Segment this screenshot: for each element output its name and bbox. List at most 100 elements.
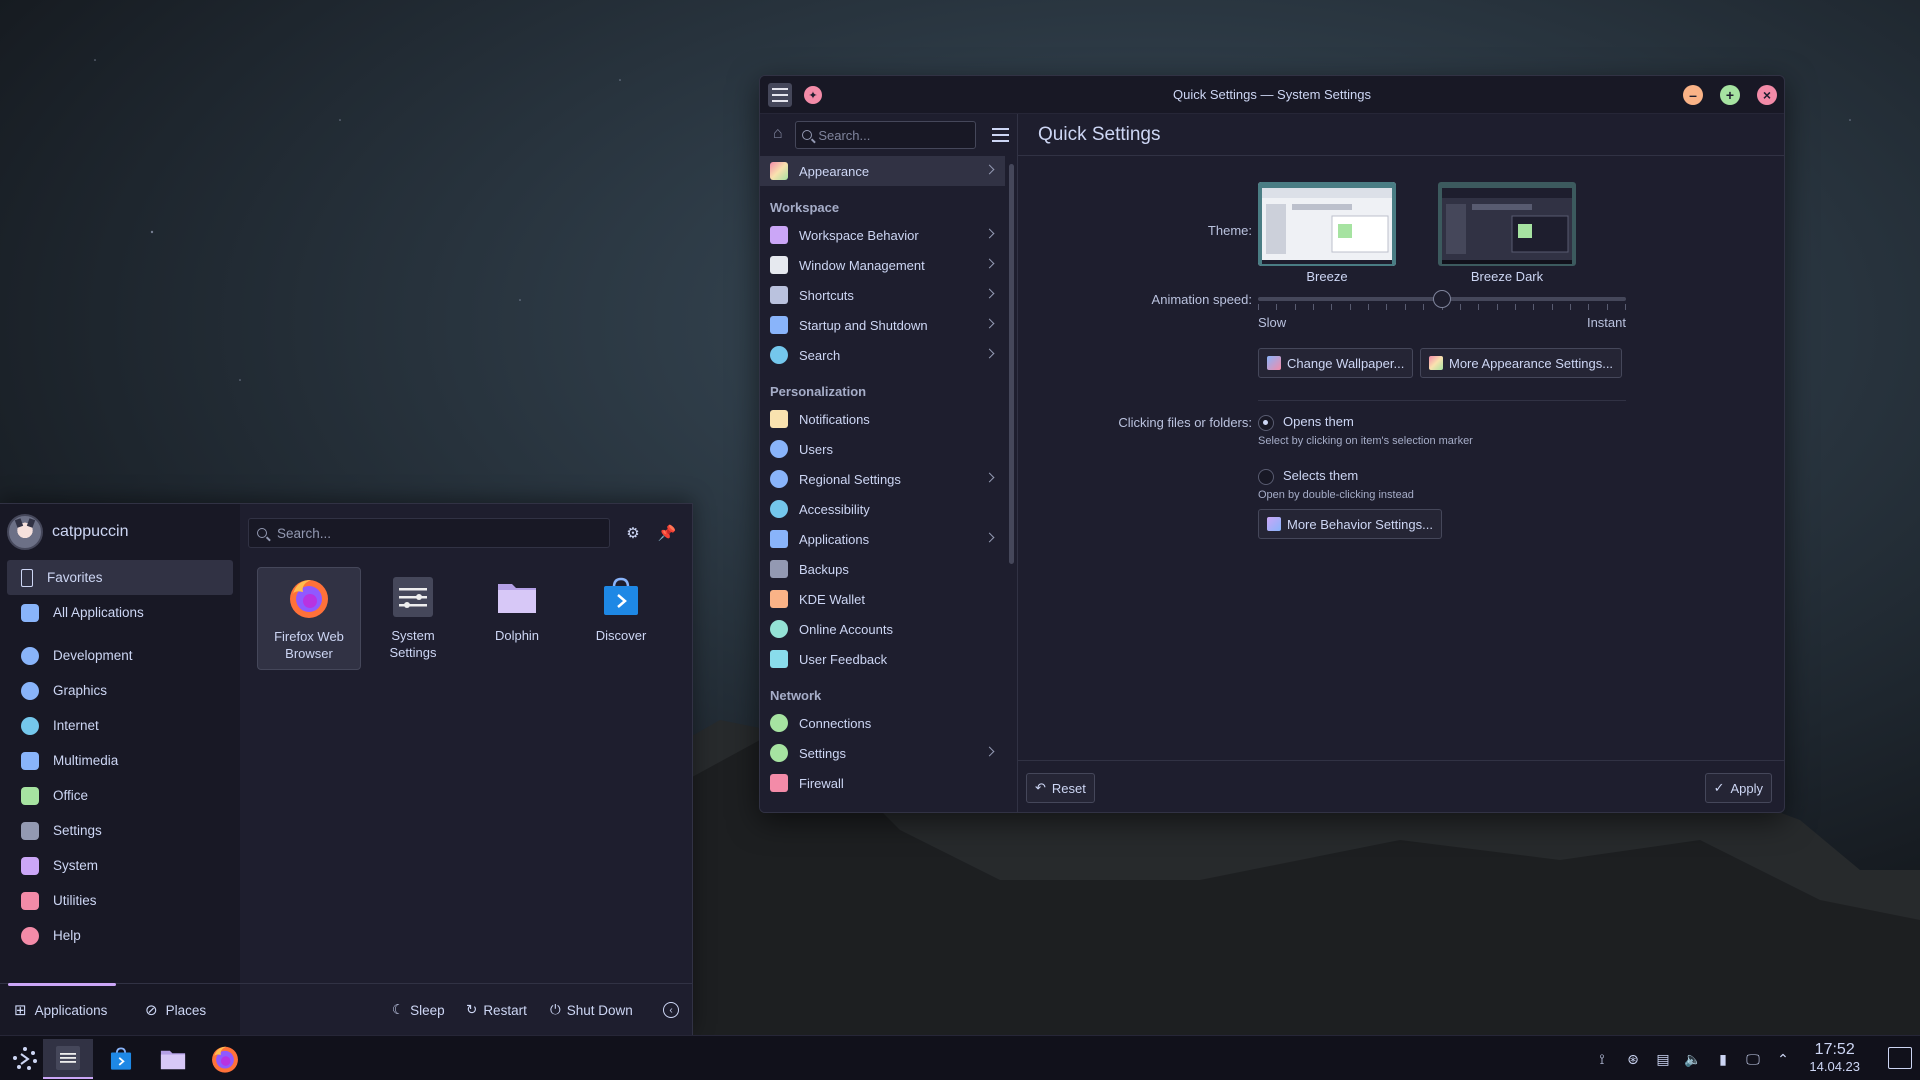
animation-speed-label: Animation speed: [1151, 292, 1252, 307]
footer-separator [1018, 760, 1784, 761]
minimize-button[interactable]: – [1683, 85, 1703, 105]
sidebar-item-online-accounts[interactable]: Online Accounts [760, 614, 1005, 644]
shutdown-button[interactable]: ⏻ Shut Down [550, 984, 633, 1036]
animation-speed-slider[interactable] [1258, 288, 1626, 310]
change-wallpaper-button[interactable]: Change Wallpaper... [1258, 348, 1414, 378]
sidebar-section-header: Workspace [770, 200, 840, 215]
appearance-icon [770, 162, 788, 180]
launcher-footer: ⊞ Applications ⊘ Places ☾ Sleep ↻ Restar… [0, 983, 692, 1035]
category-label: Favorites [47, 570, 103, 585]
kde-connect-icon[interactable]: ⟟ [1593, 1050, 1611, 1068]
sidebar-item-firewall[interactable]: Firewall [760, 768, 1005, 798]
sidebar-item-users[interactable]: Users [760, 434, 1005, 464]
category-development[interactable]: Development [7, 638, 233, 673]
sidebar-item-workspace-behavior[interactable]: Workspace Behavior [760, 220, 1005, 250]
leave-menu-button[interactable]: ‹ [663, 984, 679, 1036]
sleep-button[interactable]: ☾ Sleep [392, 984, 445, 1036]
sidebar-item-label: Settings [799, 745, 846, 761]
category-all-applications[interactable]: All Applications [7, 595, 233, 630]
launcher-search[interactable] [248, 518, 610, 548]
shutdown-label: Shut Down [566, 1002, 633, 1018]
network-icon[interactable]: 🖵 [1744, 1050, 1762, 1068]
sidebar-item-shortcuts[interactable]: Shortcuts [760, 280, 1005, 310]
task-discover[interactable] [96, 1039, 146, 1079]
sidebar-search-input[interactable] [818, 127, 969, 143]
theme-thumb-breeze-dark[interactable] [1438, 182, 1576, 266]
grid-icon: ⊞ [14, 1002, 27, 1019]
close-button[interactable]: × [1757, 85, 1777, 105]
help-icon [21, 926, 39, 945]
category-settings[interactable]: Settings [7, 813, 233, 848]
opens-them-radio[interactable] [1258, 415, 1274, 431]
digital-clock[interactable]: 17:52 14.04.23 [1809, 1041, 1860, 1075]
launcher-search-row: ⚙ 📌 [248, 518, 680, 548]
category-utilities[interactable]: Utilities [7, 883, 233, 918]
sidebar-item-user-feedback[interactable]: User Feedback [760, 644, 1005, 674]
favorite-system-settings[interactable]: System Settings [361, 567, 465, 670]
task-dolphin[interactable] [148, 1039, 198, 1079]
selects-them-label[interactable]: Selects them [1283, 468, 1358, 483]
sidebar-item-applications[interactable]: Applications [760, 524, 1005, 554]
category-help[interactable]: Help [7, 918, 233, 953]
selects-them-radio[interactable] [1258, 469, 1274, 485]
updates-icon[interactable]: ⊛ [1624, 1050, 1642, 1068]
sidebar-item-accessibility[interactable]: Accessibility [760, 494, 1005, 524]
reset-button[interactable]: ↶ Reset [1026, 773, 1095, 803]
theme-thumb-breeze[interactable] [1258, 182, 1396, 266]
sidebar-item-appearance[interactable]: Appearance [760, 156, 1005, 186]
category-favorites[interactable]: Favorites [7, 560, 233, 595]
window-titlebar[interactable]: ✦ Quick Settings — System Settings – + × [760, 76, 1784, 114]
category-system[interactable]: System [7, 848, 233, 883]
task-firefox[interactable] [200, 1039, 250, 1079]
tab-applications[interactable]: ⊞ Applications [14, 984, 107, 1036]
application-launcher: catppuccin Favorites All Applications Deve… [0, 503, 693, 1035]
home-icon[interactable]: ⌂ [768, 125, 787, 145]
avatar[interactable] [7, 514, 43, 550]
sidebar-search[interactable] [795, 121, 976, 149]
favorite-dolphin[interactable]: Dolphin [465, 567, 569, 670]
sidebar-item-regional-settings[interactable]: Regional Settings [760, 464, 1005, 494]
sidebar-item-settings[interactable]: Settings [760, 738, 1005, 768]
clipboard-icon[interactable]: ▤ [1654, 1050, 1672, 1068]
apply-button[interactable]: ✓ Apply [1704, 773, 1772, 803]
sidebar-item-startup-and-shutdown[interactable]: Startup and Shutdown [760, 310, 1005, 340]
sidebar-item-search[interactable]: Search [760, 340, 1005, 370]
category-graphics[interactable]: Graphics [7, 673, 233, 708]
sidebar-item-notifications[interactable]: Notifications [760, 404, 1005, 434]
restart-icon: ↻ [466, 1002, 478, 1017]
opens-them-label[interactable]: Opens them [1283, 414, 1354, 429]
pin-icon[interactable]: 📌 [656, 522, 678, 544]
hamburger-menu-icon[interactable] [991, 128, 1009, 142]
category-multimedia[interactable]: Multimedia [7, 743, 233, 778]
favorite-firefox[interactable]: Firefox Web Browser [257, 567, 361, 670]
sidebar-item-kde-wallet[interactable]: KDE Wallet [760, 584, 1005, 614]
selects-them-hint: Open by double-clicking instead [1258, 489, 1414, 501]
sidebar-item-window-management[interactable]: Window Management [760, 250, 1005, 280]
system-settings-app-icon[interactable] [768, 83, 792, 107]
sidebar-scrollbar[interactable] [1009, 164, 1014, 564]
tray-expand-icon[interactable]: ⌃ [1774, 1050, 1792, 1068]
user-header[interactable]: catppuccin [0, 504, 240, 560]
restart-button[interactable]: ↻ Restart [466, 984, 527, 1036]
maximize-button[interactable]: + [1720, 85, 1740, 105]
configure-icon[interactable]: ⚙ [622, 522, 644, 544]
launcher-search-input[interactable] [277, 525, 577, 541]
keep-above-icon[interactable]: ✦ [804, 86, 822, 104]
more-behavior-settings-button[interactable]: More Behavior Settings... [1258, 509, 1442, 539]
usb-device-icon[interactable]: ▮ [1714, 1050, 1732, 1068]
sidebar-item-backups[interactable]: Backups [760, 554, 1005, 584]
office-icon [21, 786, 39, 805]
slider-handle[interactable] [1433, 290, 1451, 308]
more-appearance-settings-button[interactable]: More Appearance Settings... [1420, 348, 1623, 378]
applications-icon [770, 530, 788, 548]
sidebar-item-label: Accessibility [799, 501, 870, 517]
sidebar-item-connections[interactable]: Connections [760, 708, 1005, 738]
volume-icon[interactable]: 🔈 [1684, 1050, 1702, 1068]
task-system-settings[interactable] [43, 1039, 93, 1079]
show-desktop-button[interactable] [1888, 1047, 1912, 1069]
category-internet[interactable]: Internet [7, 708, 233, 743]
category-office[interactable]: Office [7, 778, 233, 813]
slider-tick [1404, 304, 1406, 310]
tab-places[interactable]: ⊘ Places [145, 984, 206, 1036]
favorite-discover[interactable]: Discover [569, 567, 673, 670]
